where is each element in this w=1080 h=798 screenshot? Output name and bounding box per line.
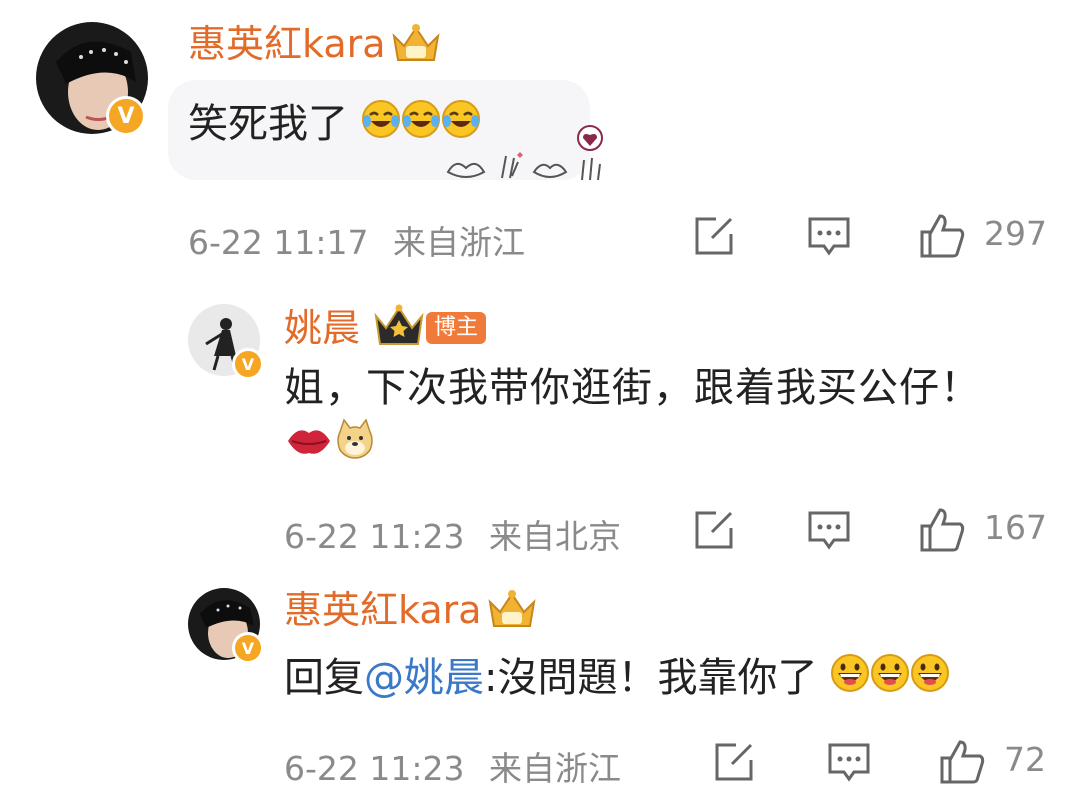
like-count: 297 <box>984 214 1047 253</box>
doge-emoji <box>334 417 376 475</box>
grin-emoji <box>870 652 910 708</box>
like-count: 72 <box>1004 740 1046 779</box>
comment-meta: 6-22 11:23 来自北京 <box>284 510 621 558</box>
laugh-cry-emoji <box>361 98 401 154</box>
crown-badge-icon <box>388 20 444 66</box>
grin-emoji <box>830 652 870 708</box>
comment-icon[interactable] <box>806 214 852 258</box>
like-button[interactable]: 167 <box>918 506 1048 554</box>
edit-icon[interactable] <box>692 508 736 552</box>
comment-location: 来自浙江 <box>393 223 525 262</box>
mention-link[interactable]: @姚晨 <box>364 655 484 701</box>
like-button[interactable]: 72 <box>938 738 1058 786</box>
comment-location: 来自北京 <box>489 517 621 556</box>
like-button[interactable]: 297 <box>918 212 1048 260</box>
grin-emoji <box>910 652 950 708</box>
host-badge: 博主 <box>426 312 487 344</box>
like-count: 167 <box>984 508 1047 547</box>
comment-location: 来自浙江 <box>489 749 621 788</box>
comment-2: V 姚晨 博主 姐，下次我带你逛街，跟着我买公仔！ 6-22 11:23 来自北… <box>0 290 1080 570</box>
comment-icon[interactable] <box>806 508 852 552</box>
crown-badge-icon <box>484 586 540 632</box>
comment-1: V 惠英紅kara 笑死我了 6-22 11:17 来自浙江 297 <box>0 0 1080 280</box>
heart-hands-sticker <box>444 122 614 186</box>
comment-date: 6-22 11:23 <box>284 749 465 788</box>
thumbs-up-icon <box>918 212 966 264</box>
laugh-cry-emoji <box>401 98 441 154</box>
comment-icon[interactable] <box>826 740 872 784</box>
comment-text: 回复@姚晨:沒問題！我靠你了 <box>284 650 950 708</box>
username[interactable]: 惠英紅kara <box>188 22 386 66</box>
crown-badge-icon <box>372 304 426 348</box>
thumbs-up-icon <box>918 506 966 558</box>
comment-date: 6-22 11:23 <box>284 517 465 556</box>
verified-badge: V <box>232 632 264 664</box>
edit-icon[interactable] <box>712 740 756 784</box>
lips-emoji <box>284 418 334 474</box>
verified-badge: V <box>232 348 264 380</box>
thumbs-up-icon <box>938 738 986 790</box>
comment-3: V 惠英紅kara 回复@姚晨:沒問題！我靠你了 6-22 11:23 来自浙江… <box>0 580 1080 798</box>
comment-date: 6-22 11:17 <box>188 223 369 262</box>
verified-badge: V <box>106 96 146 136</box>
edit-icon[interactable] <box>692 214 736 258</box>
comment-meta: 6-22 11:23 来自浙江 <box>284 742 621 790</box>
comment-text: 笑死我了 <box>188 96 481 154</box>
username[interactable]: 姚晨 <box>284 306 360 350</box>
comment-text: 姐，下次我带你逛街，跟着我买公仔！ <box>284 360 984 475</box>
comment-meta: 6-22 11:17 来自浙江 <box>188 216 525 264</box>
username[interactable]: 惠英紅kara <box>284 588 482 632</box>
